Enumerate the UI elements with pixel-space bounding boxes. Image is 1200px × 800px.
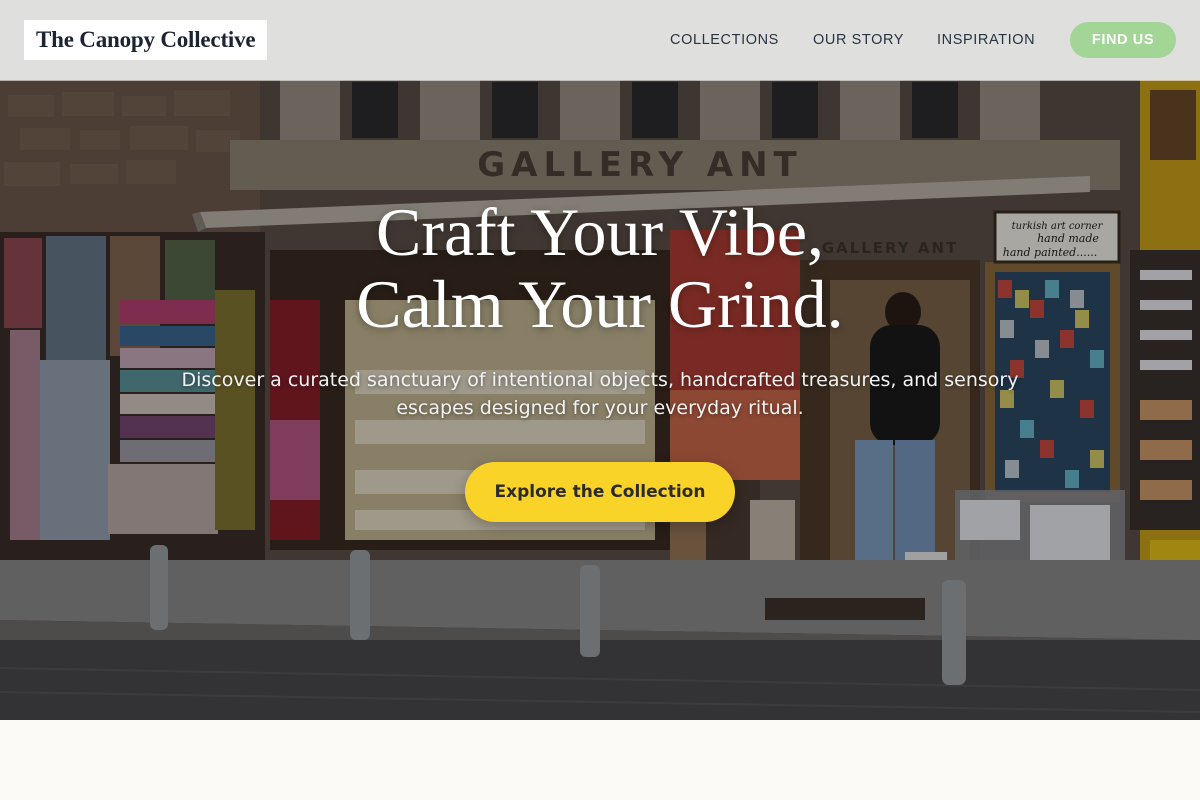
nav-collections-link[interactable]: COLLECTIONS (670, 32, 779, 48)
hero-subtext: Discover a curated sanctuary of intentio… (181, 369, 1019, 419)
site-logo[interactable]: The Canopy Collective (24, 20, 268, 60)
hero-headline: Craft Your Vibe, Calm Your Grind. (0, 196, 1200, 340)
nav-our-story-link[interactable]: OUR STORY (813, 32, 904, 48)
site-header: The Canopy Collective COLLECTIONS OUR ST… (0, 0, 1200, 80)
hero-section: GALLERY ANT GALLERY ANT turkish art corn… (0, 0, 1200, 720)
headline-line-1: Craft Your Vibe, (375, 194, 824, 270)
nav-inspiration-link[interactable]: INSPIRATION (937, 32, 1035, 48)
explore-collection-button[interactable]: Explore the Collection (465, 462, 735, 522)
below-hero-section (0, 720, 1200, 800)
headline-line-2: Calm Your Grind. (356, 266, 844, 342)
find-us-button[interactable]: FIND US (1070, 22, 1176, 58)
hero-content: Craft Your Vibe, Calm Your Grind. Discov… (0, 196, 1200, 522)
